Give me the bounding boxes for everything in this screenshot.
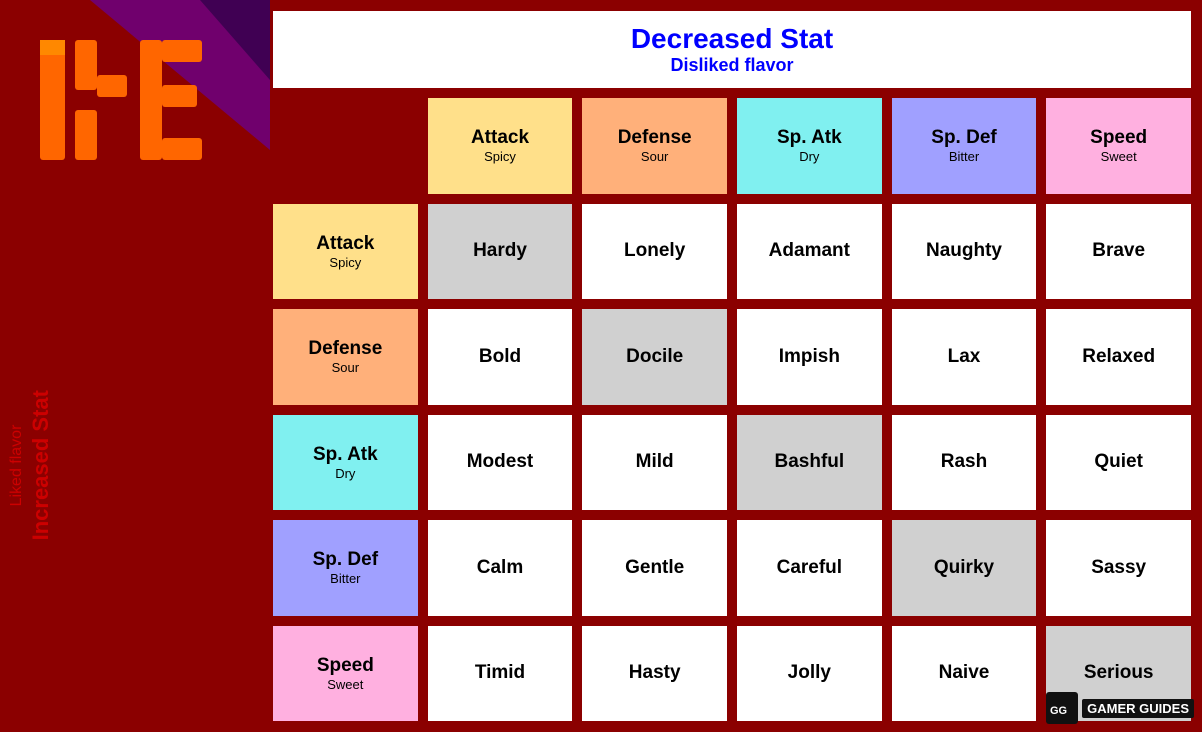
vertical-stat-label: Increased Stat Liked flavor <box>2 240 57 690</box>
disliked-flavor-subtitle: Disliked flavor <box>278 55 1186 76</box>
col-header-spdef: Sp. Def Bitter <box>889 95 1040 197</box>
nature-lonely: Lonely <box>579 201 730 303</box>
gamer-guides-logo-icon: GG <box>1046 692 1078 724</box>
nature-careful: Careful <box>734 517 885 619</box>
nature-bold: Bold <box>425 306 576 408</box>
increased-stat-label: Increased Stat <box>29 390 54 540</box>
nature-rash: Rash <box>889 412 1040 514</box>
nature-modest: Modest <box>425 412 576 514</box>
nature-docile: Docile <box>579 306 730 408</box>
nature-naive: Naive <box>889 623 1040 725</box>
right-content: Decreased Stat Disliked flavor Attack Sp… <box>270 0 1202 732</box>
nature-jolly: Jolly <box>734 623 885 725</box>
nature-impish: Impish <box>734 306 885 408</box>
nature-adamant: Adamant <box>734 201 885 303</box>
nature-hardy: Hardy <box>425 201 576 303</box>
svg-text:GG: GG <box>1050 705 1067 717</box>
nature-mild: Mild <box>579 412 730 514</box>
watermark-text: GAMER GUIDES <box>1082 699 1194 718</box>
nature-naughty: Naughty <box>889 201 1040 303</box>
nature-quiet: Quiet <box>1043 412 1194 514</box>
row-header-spatk: Sp. Atk Dry <box>270 412 421 514</box>
nature-grid: Attack Spicy Defense Sour Sp. Atk Dry Sp… <box>270 95 1194 724</box>
col-header-speed: Speed Sweet <box>1043 95 1194 197</box>
main-container: Increased Stat Liked flavor Decreased St… <box>0 0 1202 732</box>
left-panel: Increased Stat Liked flavor <box>0 0 270 732</box>
logo-graphic <box>0 0 270 210</box>
col-header-spatk: Sp. Atk Dry <box>734 95 885 197</box>
nature-calm: Calm <box>425 517 576 619</box>
nature-relaxed: Relaxed <box>1043 306 1194 408</box>
nature-brave: Brave <box>1043 201 1194 303</box>
col-header-attack: Attack Spicy <box>425 95 576 197</box>
watermark: GG GAMER GUIDES <box>1046 692 1194 724</box>
nature-lax: Lax <box>889 306 1040 408</box>
decreased-stat-title: Decreased Stat <box>278 23 1186 55</box>
nature-hasty: Hasty <box>579 623 730 725</box>
nature-bashful: Bashful <box>734 412 885 514</box>
corner-cell <box>270 95 421 197</box>
top-header: Decreased Stat Disliked flavor <box>270 8 1194 91</box>
row-header-defense: Defense Sour <box>270 306 421 408</box>
nature-gentle: Gentle <box>579 517 730 619</box>
row-header-spdef: Sp. Def Bitter <box>270 517 421 619</box>
liked-flavor-label: Liked flavor <box>8 424 25 506</box>
nature-quirky: Quirky <box>889 517 1040 619</box>
nature-sassy: Sassy <box>1043 517 1194 619</box>
col-header-defense: Defense Sour <box>579 95 730 197</box>
row-header-attack: Attack Spicy <box>270 201 421 303</box>
row-header-speed: Speed Sweet <box>270 623 421 725</box>
nature-timid: Timid <box>425 623 576 725</box>
